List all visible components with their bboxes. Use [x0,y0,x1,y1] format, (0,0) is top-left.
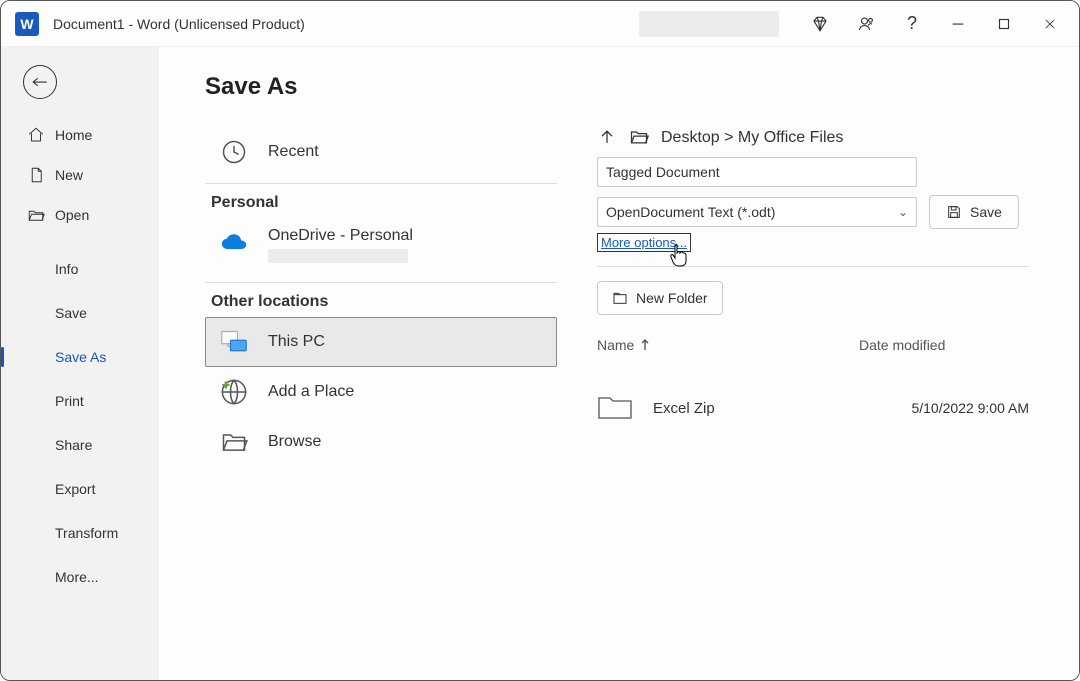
onedrive-icon [218,227,250,259]
sidebar-label: Share [55,437,92,453]
sidebar-label: Info [55,261,78,277]
maximize-button[interactable] [981,1,1027,47]
close-button[interactable] [1027,1,1073,47]
word-logo-icon: W [15,12,39,36]
location-label: Add a Place [268,383,354,401]
location-onedrive[interactable]: OneDrive - Personal [205,218,557,276]
save-button[interactable]: Save [929,195,1019,229]
up-folder-button[interactable] [597,127,619,149]
save-panel: Desktop > My Office Files OpenDocument T… [597,127,1029,467]
open-icon [27,206,45,224]
location-label: OneDrive - Personal [268,227,413,244]
sidebar-label: Home [55,127,92,143]
sidebar-label: Save As [55,349,106,365]
sidebar-label: More... [55,569,99,585]
sidebar-export[interactable]: Export [1,469,159,509]
folder-icon [597,393,635,423]
col-date-label: Date modified [859,337,945,353]
sidebar-label: Open [55,207,89,223]
location-add-place[interactable]: Add a Place [205,367,557,417]
filename-input[interactable] [597,157,917,187]
more-options-link[interactable]: More options... [597,233,691,252]
location-label: Browse [268,433,321,451]
browse-icon [218,426,250,458]
file-row[interactable]: Excel Zip 5/10/2022 9:00 AM [597,393,1029,423]
sidebar-label: New [55,167,83,183]
breadcrumb[interactable]: Desktop > My Office Files [661,129,843,147]
sidebar-new[interactable]: New [1,155,159,195]
sidebar-label: Transform [55,525,118,541]
file-name: Excel Zip [653,400,859,417]
col-name-label: Name [597,337,634,353]
sort-asc-icon [640,339,650,351]
filetype-value: OpenDocument Text (*.odt) [606,204,775,220]
titlebar: W Document1 - Word (Unlicensed Product) … [1,1,1079,47]
add-place-icon [218,376,250,408]
sidebar-open[interactable]: Open [1,195,159,235]
page-title: Save As [205,73,1029,101]
location-this-pc[interactable]: This PC [205,317,557,367]
location-label: This PC [268,333,325,351]
chevron-down-icon: ⌄ [898,205,908,219]
sidebar-label: Save [55,305,87,321]
path-row: Desktop > My Office Files [597,127,1029,149]
sidebar-transform[interactable]: Transform [1,513,159,553]
sidebar-more[interactable]: More... [1,557,159,597]
sidebar-share[interactable]: Share [1,425,159,465]
this-pc-icon [218,326,250,358]
folder-icon[interactable] [629,127,651,149]
location-label: Recent [268,143,319,161]
locations-column: Recent Personal OneDrive - Personal [205,127,557,467]
locations-other-heading: Other locations [211,293,557,311]
window-title: Document1 - Word (Unlicensed Product) [53,16,305,32]
sidebar-save[interactable]: Save [1,293,159,333]
sidebar-label: Print [55,393,84,409]
location-browse[interactable]: Browse [205,417,557,467]
main-panel: Save As Recent Personal One [159,47,1079,680]
home-icon [27,126,45,144]
sidebar-save-as[interactable]: Save As [1,337,159,377]
diamond-icon[interactable] [797,1,843,47]
filetype-dropdown[interactable]: OpenDocument Text (*.odt) ⌄ [597,197,917,227]
new-folder-button[interactable]: New Folder [597,281,723,315]
minimize-button[interactable] [935,1,981,47]
save-button-label: Save [970,204,1002,220]
new-folder-label: New Folder [636,290,708,306]
backstage-sidebar: Home New Open Info Save Save As Print Sh… [1,47,159,680]
location-recent[interactable]: Recent [205,127,557,177]
onedrive-account-email [268,249,408,263]
back-button[interactable] [23,65,57,99]
col-date-header[interactable]: Date modified [859,337,1029,353]
column-headers: Name Date modified [597,337,1029,353]
recent-icon [218,136,250,168]
locations-personal-heading: Personal [211,194,557,212]
account-area[interactable] [639,11,779,37]
sidebar-home[interactable]: Home [1,115,159,155]
new-icon [27,166,45,184]
sidebar-label: Export [55,481,95,497]
col-name-header[interactable]: Name [597,337,859,353]
account-icon[interactable] [843,1,889,47]
help-button[interactable]: ? [889,1,935,47]
file-date: 5/10/2022 9:00 AM [859,400,1029,416]
sidebar-print[interactable]: Print [1,381,159,421]
sidebar-info[interactable]: Info [1,249,159,289]
